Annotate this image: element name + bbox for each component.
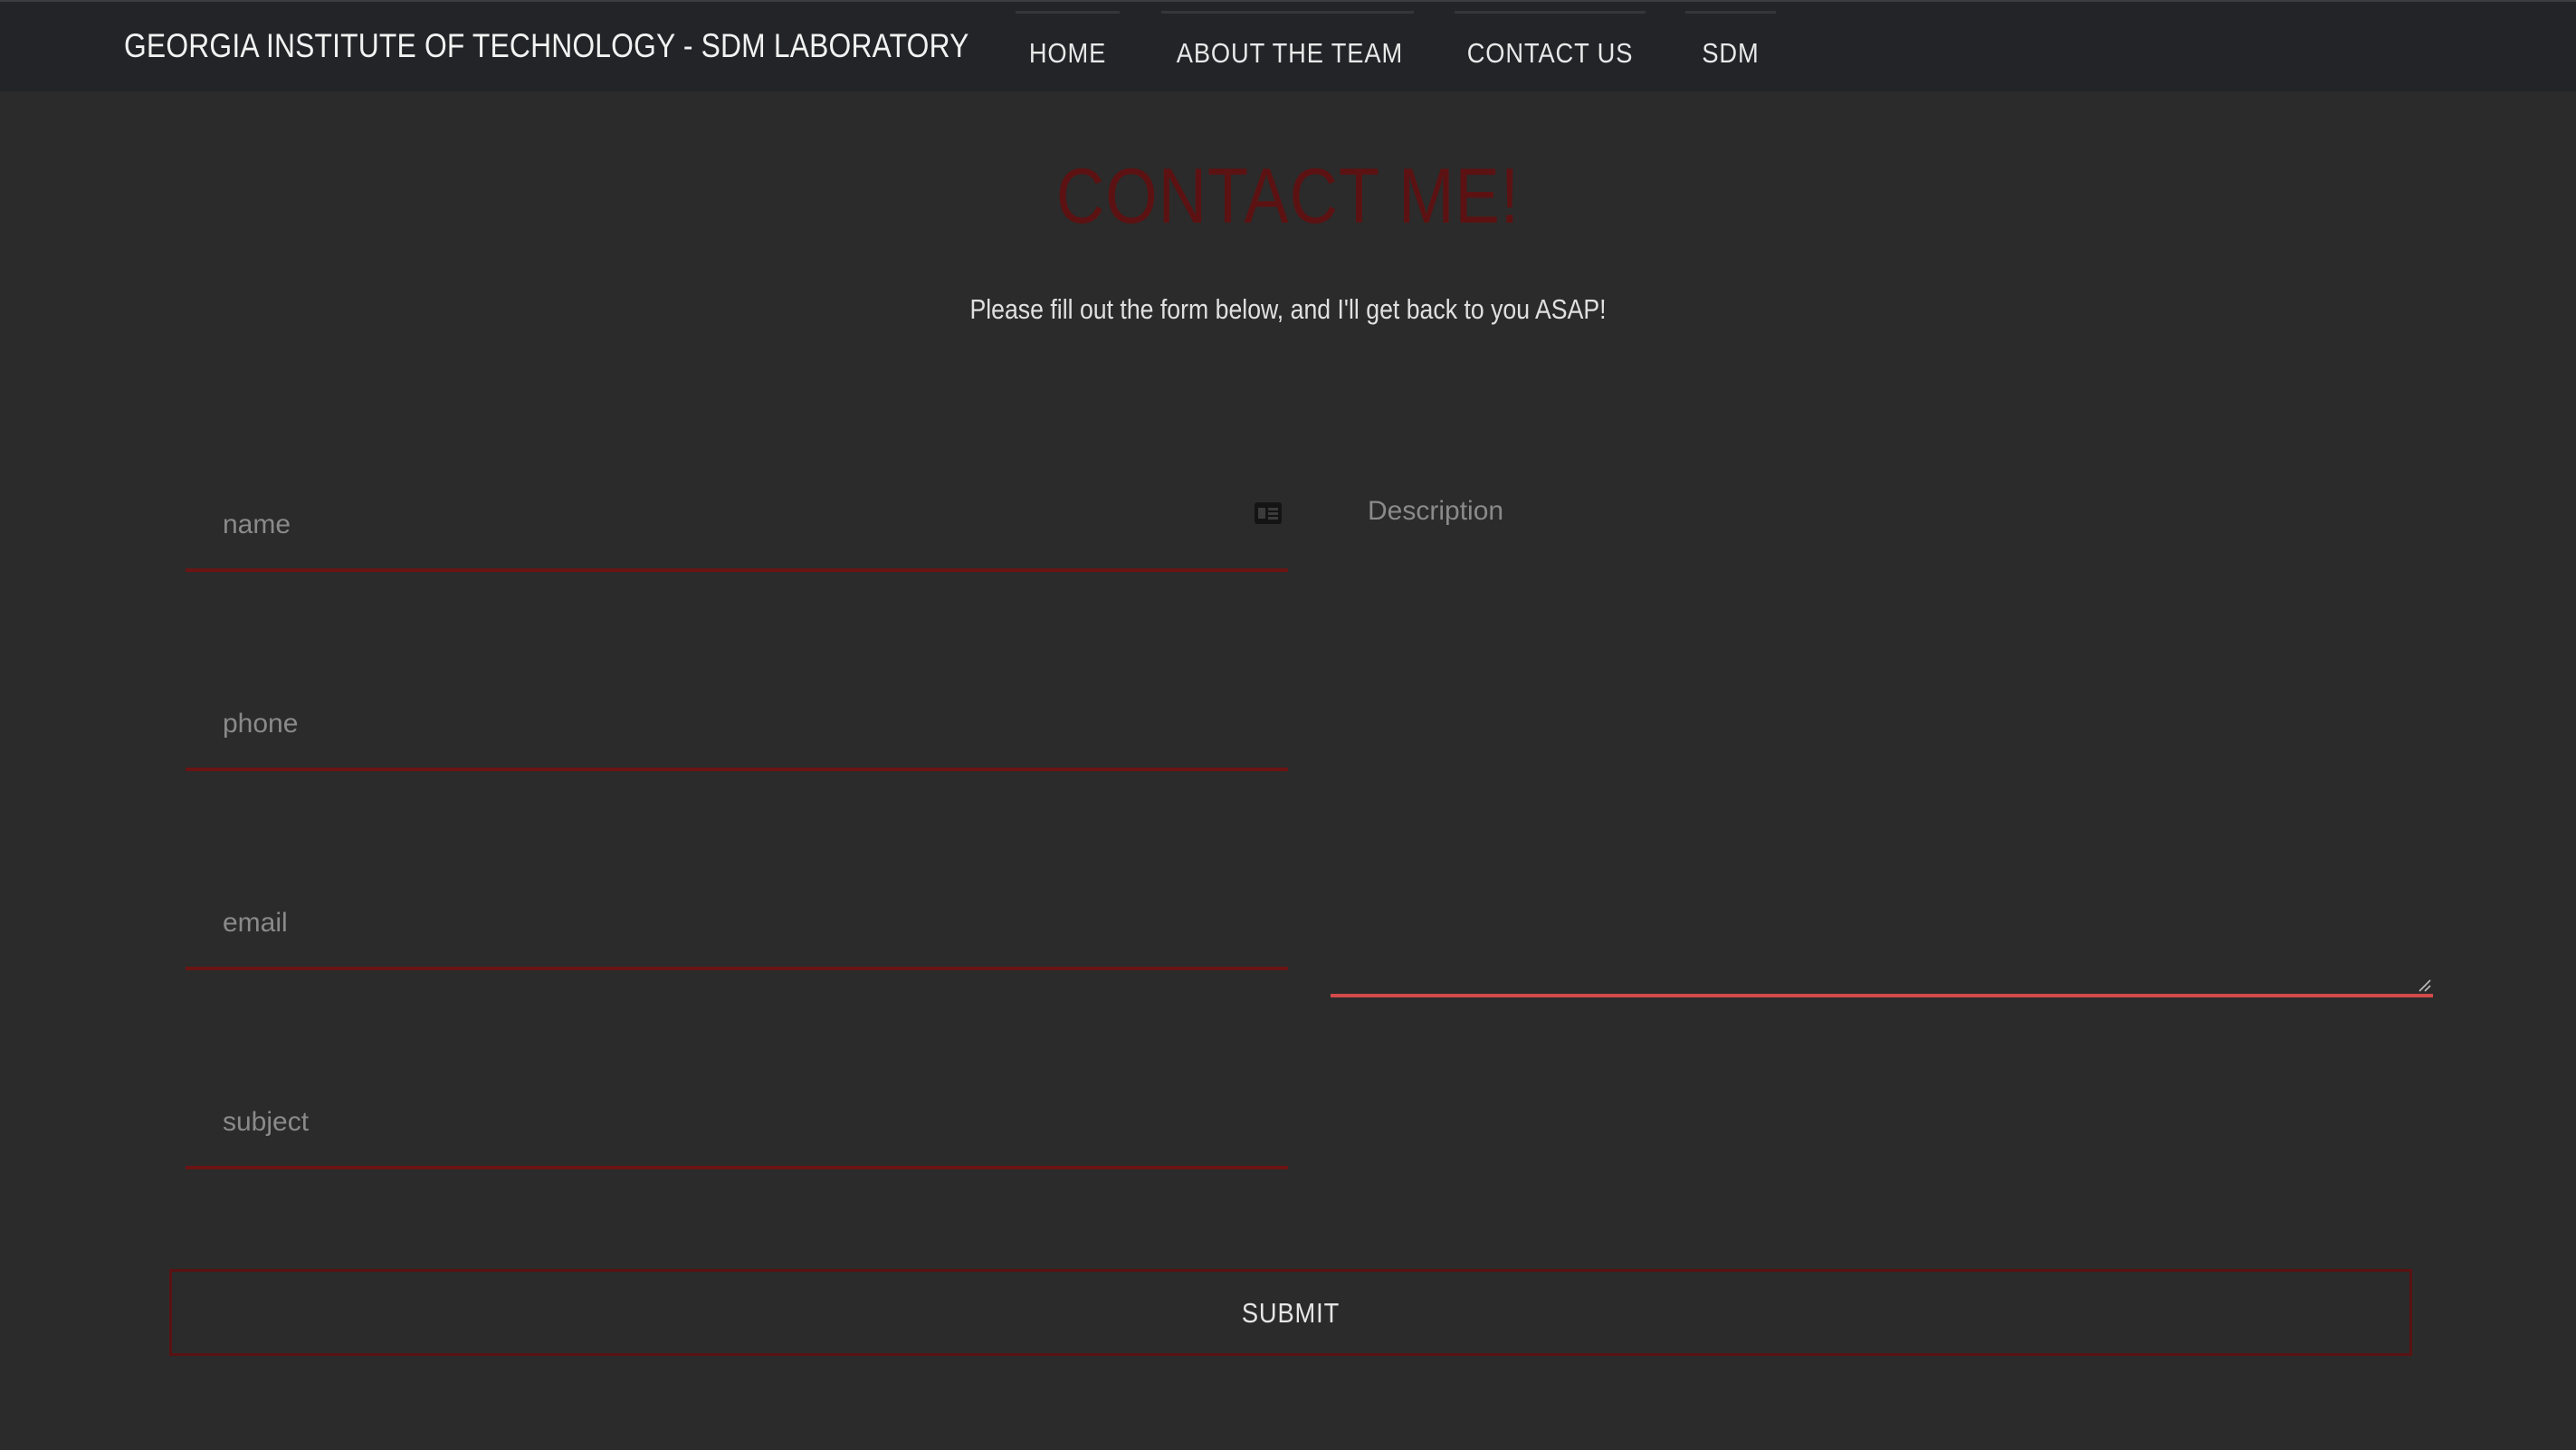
page-subtitle: Please fill out the form below, and I'll… (969, 293, 1607, 325)
brand-title[interactable]: GEORGIA INSTITUTE OF TECHNOLOGY - SDM LA… (124, 27, 969, 65)
nav-item-contact-us[interactable]: CONTACT US (1455, 11, 1646, 83)
subject-field-container (186, 1079, 1288, 1169)
top-navbar: GEORGIA INSTITUTE OF TECHNOLOGY - SDM LA… (0, 0, 2576, 91)
name-input[interactable] (186, 482, 1288, 568)
id-card-icon (1255, 502, 1282, 524)
submit-button[interactable]: SUBMIT (169, 1269, 2412, 1356)
nav-item-home[interactable]: HOME (1016, 11, 1120, 83)
description-textarea[interactable] (1331, 482, 2433, 994)
nav-item-about-the-team[interactable]: ABOUT THE TEAM (1161, 11, 1414, 83)
nav-item-label: SDM (1702, 37, 1760, 69)
nav-item-sdm[interactable]: SDM (1685, 11, 1776, 83)
nav-item-label: HOME (1028, 37, 1107, 69)
submit-button-label: SUBMIT (1241, 1297, 1340, 1329)
email-field-container (186, 880, 1288, 970)
resize-grip-icon[interactable] (2417, 978, 2431, 992)
description-field-container (1331, 482, 2433, 997)
phone-input[interactable] (186, 681, 1288, 768)
page-title: CONTACT ME! (1055, 153, 1521, 240)
nav-item-label: ABOUT THE TEAM (1176, 37, 1404, 69)
email-input[interactable] (186, 880, 1288, 967)
name-field-container (186, 482, 1288, 572)
nav-item-label: CONTACT US (1466, 37, 1634, 69)
subject-input[interactable] (186, 1079, 1288, 1166)
phone-field-container (186, 681, 1288, 771)
